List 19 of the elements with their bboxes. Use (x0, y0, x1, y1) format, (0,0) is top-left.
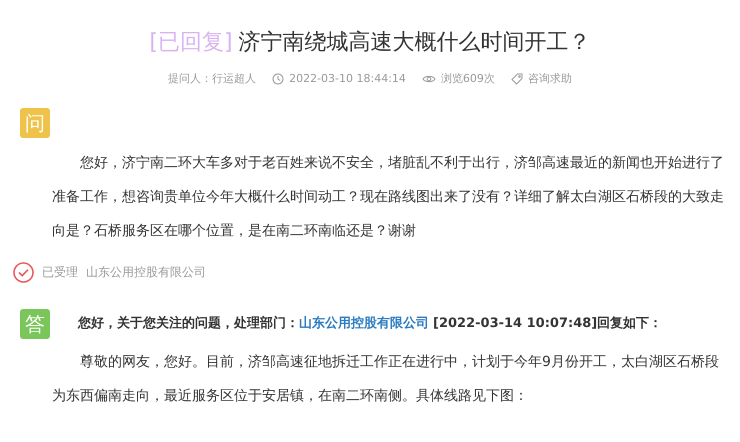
question-text: 您好，济宁南二环大车多对于老百姓来说不安全，堵脏乱不利于出行，济邹高速最近的新闻也开始进行了准备工作，想咨询贵单位今年大概什么时间动工？现在路线图出来了没有？详细了解太白湖区石桥段的大致走向是？石桥服务区在哪个位置，是在南二环南临还是？谢谢 (52, 154, 725, 240)
post-time: 2022-03-10 18:44:14 (289, 71, 406, 87)
tag-icon (510, 73, 523, 86)
answer-badge: 答 (20, 308, 50, 338)
organization-name: 山东公用控股有限公司 (86, 264, 206, 281)
department-link[interactable]: 山东公用控股有限公司 (299, 314, 429, 334)
page-title: 济宁南绕城高速大概什么时间开工？ (238, 29, 591, 57)
clock-icon (272, 73, 284, 86)
reply-intro: 您好，关于您关注的问题，处理部门： (78, 314, 299, 333)
status-label: [已回复] (149, 29, 233, 57)
eye-icon (422, 74, 436, 84)
answer-text: 尊敬的网友，您好。目前，济邹高速征地拆迁工作正在进行中，计划于今年9月份开工，太白湖区石桥段为东西偏南走向，最近服务区位于安居镇，在南二环南侧。具体线路见下图： (52, 352, 720, 406)
category-label: 咨询求助 (528, 71, 572, 87)
question-badge: 问 (20, 108, 50, 138)
status-text: 已受理 (42, 264, 78, 281)
view-count: 浏览609次 (440, 71, 495, 87)
asker-label: 提问人：行运超人 (168, 71, 256, 87)
check-circle-icon (13, 262, 34, 282)
reply-time: [2022-03-14 10:07:48]回复如下： (433, 314, 662, 333)
